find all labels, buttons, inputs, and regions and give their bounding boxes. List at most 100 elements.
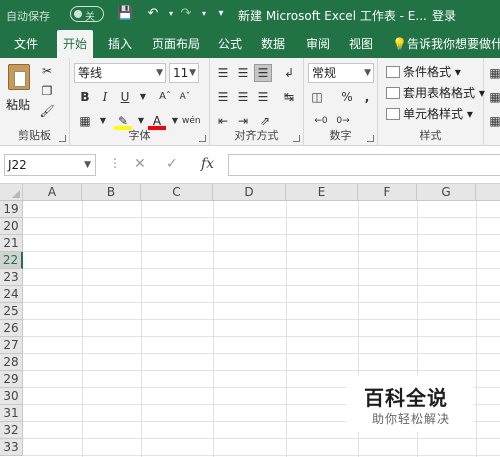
cut-icon[interactable]: ✂ [38,62,56,80]
grid-line [23,251,500,252]
cancel-icon[interactable]: ✕ [134,156,146,172]
font-size-dropdown[interactable]: 11 ▼ [169,63,199,83]
enter-icon[interactable]: ✓ [166,156,178,172]
formula-input[interactable] [228,154,500,176]
percent-button[interactable]: % [338,88,356,106]
paste-label[interactable]: 粘贴 [6,96,30,113]
comma-style-button[interactable]: , [358,88,376,106]
autosave-toggle[interactable]: 关 [70,6,104,23]
redo-dropdown-icon[interactable]: ▾ [196,6,212,22]
copy-icon[interactable]: ❐ [38,82,56,100]
column-header[interactable]: D [213,184,286,201]
row-header[interactable]: 33 [0,439,23,456]
alignment-launcher-icon[interactable] [293,135,300,142]
tab-insert[interactable]: 插入 [103,30,137,58]
save-icon[interactable]: 💾 [117,6,133,22]
row-header[interactable]: 23 [0,269,23,286]
undo-icon[interactable]: ↶ [145,6,161,22]
row-header[interactable]: 27 [0,337,23,354]
format-painter-icon[interactable]: 🖌 [38,102,56,120]
column-header[interactable]: B [82,184,141,201]
tab-file[interactable]: 文件 [8,30,44,58]
alignment-group: ☰ ☰ ☰ ↲ ☰ ☰ ☰ ↹ ⇤ ⇥ ⇗ 对齐方式 [210,58,304,146]
align-center-icon[interactable]: ☰ [234,88,252,106]
tab-data[interactable]: 数据 [256,30,290,58]
login-button[interactable]: 登录 [432,7,456,24]
column-header[interactable]: E [286,184,358,201]
grid-line [23,353,500,354]
paste-icon[interactable] [8,64,30,90]
align-right-icon[interactable]: ☰ [254,88,272,106]
clipboard-launcher-icon[interactable] [59,135,66,142]
select-all-button[interactable] [0,184,23,201]
grid-line [82,201,83,457]
font-launcher-icon[interactable] [199,135,206,142]
row-header[interactable]: 30 [0,388,23,405]
row-header-active[interactable]: 22 [0,252,23,269]
row-header[interactable]: 24 [0,286,23,303]
tab-formulas[interactable]: 公式 [213,30,247,58]
column-header-partial[interactable] [476,184,500,201]
align-left-icon[interactable]: ☰ [214,88,232,106]
redo-icon[interactable]: ↷ [178,6,194,22]
tab-view[interactable]: 视图 [344,30,378,58]
number-format-dropdown[interactable]: 常规 ▼ [308,63,374,83]
row-header[interactable]: 21 [0,235,23,252]
undo-dropdown-icon[interactable]: ▾ [163,6,179,22]
name-box-value: J22 [8,158,27,172]
font-grow-icon[interactable]: Aˆ [156,88,174,106]
tell-me-search[interactable]: 💡告诉我你想要做什么 [392,30,500,58]
grid-line [23,217,500,218]
row-header[interactable]: 32 [0,422,23,439]
grid-line [23,268,500,269]
number-group: 常规 ▼ ◫ % , ←0 0→ 数字 [304,58,378,146]
align-bottom-icon[interactable]: ☰ [254,64,272,82]
tab-home[interactable]: 开始 [57,30,93,58]
conditional-formatting-button[interactable]: 条件格式 ▾ [386,63,461,81]
underline-button[interactable]: U [116,88,134,106]
format-as-table-button[interactable]: 套用表格格式 ▾ [386,84,485,102]
font-shrink-icon[interactable]: Aˇ [176,88,194,106]
format-cells-icon[interactable]: ▦ [486,112,500,130]
column-header[interactable]: G [417,184,476,201]
number-launcher-icon[interactable] [367,135,374,142]
delete-cells-icon[interactable]: ▦ [486,88,500,106]
grid-line [286,201,287,457]
merge-center-icon[interactable]: ↹ [280,88,298,106]
align-top-icon[interactable]: ☰ [214,64,232,82]
currency-icon[interactable]: ◫ [308,88,326,106]
row-header[interactable]: 20 [0,218,23,235]
font-name-dropdown[interactable]: 等线 ▼ [74,63,166,83]
row-header[interactable]: 28 [0,354,23,371]
grid-line [23,234,500,235]
tab-page-layout[interactable]: 页面布局 [148,30,204,58]
font-name-value: 等线 [78,66,103,80]
align-middle-icon[interactable]: ☰ [234,64,252,82]
styles-group-label: 样式 [419,129,442,142]
tab-review[interactable]: 审阅 [301,30,335,58]
row-header[interactable]: 26 [0,320,23,337]
grid-line [23,302,500,303]
insert-function-icon[interactable]: fx [201,156,214,172]
row-header[interactable]: 25 [0,303,23,320]
row-header[interactable]: 31 [0,405,23,422]
formula-bar: J22 ▼ ⋮ ✕ ✓ fx [0,146,500,184]
underline-dropdown-icon[interactable]: ▼ [134,88,152,106]
more-dots-icon[interactable]: ⋮ [109,156,121,170]
watermark-title: 百科全说 [364,386,448,410]
row-header[interactable]: 29 [0,371,23,388]
italic-button[interactable]: I [96,88,114,106]
cell-styles-button[interactable]: 单元格样式 ▾ [386,105,473,123]
alignment-group-label: 对齐方式 [234,129,279,142]
row-header[interactable]: 19 [0,201,23,218]
column-header[interactable]: C [141,184,213,201]
insert-cells-icon[interactable]: ▦ [486,64,500,82]
bold-button[interactable]: B [76,88,94,106]
format-as-table-label: 套用表格格式 [403,86,476,100]
name-box[interactable]: J22 ▼ [4,154,96,176]
grid-line [23,455,500,456]
column-header[interactable]: F [358,184,417,201]
customize-toolbar-icon[interactable]: ▾ [213,6,229,22]
wrap-text-icon[interactable]: ↲ [280,64,298,82]
column-header[interactable]: A [23,184,82,201]
